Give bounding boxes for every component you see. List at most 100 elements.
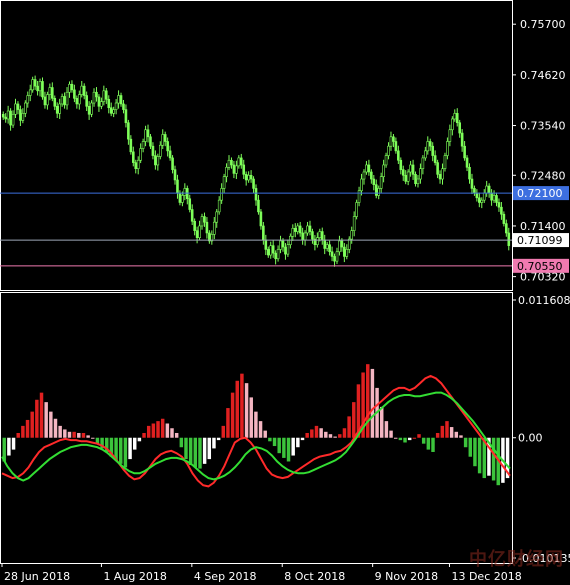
macd-histogram-bar <box>165 423 170 438</box>
candle-body <box>291 227 295 237</box>
candle-body <box>70 83 74 91</box>
macd-histogram-bar <box>328 434 333 438</box>
candle-body <box>372 178 376 185</box>
macd-tick-label: 0.00 <box>518 432 543 445</box>
candle-body <box>487 185 491 194</box>
candle-body <box>38 81 42 92</box>
macd-histogram-bar <box>30 411 34 438</box>
macd-histogram-bar <box>207 437 212 460</box>
macd-histogram-bar <box>491 437 496 481</box>
candle-body <box>127 122 130 140</box>
candle-body <box>421 157 425 170</box>
price-tick-label: 0.73540 <box>520 120 566 133</box>
candle-body <box>301 232 304 241</box>
candle-body <box>451 118 454 131</box>
date-label: 4 Sep 2018 <box>194 570 257 583</box>
macd-histogram-bar <box>449 427 454 438</box>
macd-histogram-bar <box>188 437 193 466</box>
candle-body <box>465 157 469 168</box>
macd-histogram-bar <box>300 437 305 441</box>
date-label: 1 Aug 2018 <box>103 570 166 583</box>
macd-histogram-bar <box>174 432 179 438</box>
candle-body <box>404 174 408 182</box>
candle-body <box>286 244 290 255</box>
candle-body <box>55 106 59 114</box>
macd-histogram-bar <box>119 437 123 464</box>
macd-histogram-bar <box>44 402 48 438</box>
candle-body <box>166 141 169 152</box>
candle-body <box>188 198 192 210</box>
candle-body <box>298 225 302 234</box>
date-label: 28 Jun 2018 <box>4 570 70 583</box>
candle-body <box>21 113 25 121</box>
candle-body <box>279 240 282 250</box>
candle-body <box>227 159 231 168</box>
macd-histogram-bar <box>221 425 226 438</box>
macd-histogram-bar <box>230 392 235 438</box>
candle-body <box>178 192 182 203</box>
macd-histogram-bar <box>16 432 20 438</box>
candle-body <box>274 252 277 260</box>
macd-histogram-bar <box>137 437 142 442</box>
candle-body <box>230 159 233 166</box>
macd-histogram-bar <box>463 437 468 448</box>
candle-body <box>320 231 324 241</box>
macd-histogram-bar <box>459 435 463 438</box>
candle-body <box>507 232 511 246</box>
candle-body <box>370 171 373 180</box>
macd-histogram-bar <box>440 425 445 438</box>
candle-body <box>158 144 162 157</box>
candle-body <box>53 98 57 107</box>
watermark-logo: 中亿财经网 <box>469 549 564 570</box>
macd-histogram-bar <box>179 437 184 448</box>
macd-histogram-bar <box>212 437 216 449</box>
candle-body <box>68 83 71 93</box>
candle-body <box>33 79 37 87</box>
candle-body <box>200 216 204 227</box>
candle-body <box>195 230 199 238</box>
candle-body <box>92 91 96 104</box>
price-panel: 0.757000.746200.735400.724800.714000.703… <box>0 0 569 291</box>
candle-body <box>217 199 221 213</box>
candle-body <box>168 150 172 159</box>
candle-body <box>16 103 20 110</box>
candle-body <box>176 179 179 194</box>
macd-histogram-bar <box>263 430 267 438</box>
candle-body <box>470 178 474 189</box>
macd-histogram-bar <box>338 434 342 438</box>
candle-body <box>431 145 434 156</box>
candle-body <box>490 192 493 201</box>
candle-body <box>80 85 84 95</box>
macd-histogram-bar <box>417 434 421 438</box>
candle-body <box>232 164 236 174</box>
date-label: 8 Oct 2018 <box>284 570 345 583</box>
macd-histogram-bar <box>342 428 347 438</box>
candle-body <box>281 240 285 248</box>
candle-body <box>131 151 135 163</box>
candle-body <box>460 132 464 147</box>
candle-body <box>335 251 339 262</box>
candle-body <box>129 138 133 153</box>
candle-body <box>87 106 91 115</box>
candle-body <box>28 89 32 96</box>
candle-body <box>4 116 7 120</box>
macd-histogram-bar <box>235 380 239 438</box>
macd-histogram-bar <box>58 425 62 438</box>
macd-histogram-bar <box>240 373 244 438</box>
candle-body <box>14 103 17 115</box>
candle-body <box>31 79 34 91</box>
candle-body <box>426 141 430 152</box>
candle-body <box>365 164 368 173</box>
candle-body <box>428 141 432 147</box>
macd-histogram-bar <box>314 425 319 438</box>
candle-body <box>85 95 88 107</box>
candle-body <box>146 129 150 138</box>
macd-histogram-bar <box>21 425 25 438</box>
candle-body <box>247 174 250 181</box>
candle-body <box>308 225 312 232</box>
macd-histogram-bar <box>198 437 202 469</box>
candle-body <box>347 238 351 250</box>
macd-histogram-bar <box>249 397 253 438</box>
candle-body <box>139 148 142 161</box>
candle-body <box>458 122 461 134</box>
